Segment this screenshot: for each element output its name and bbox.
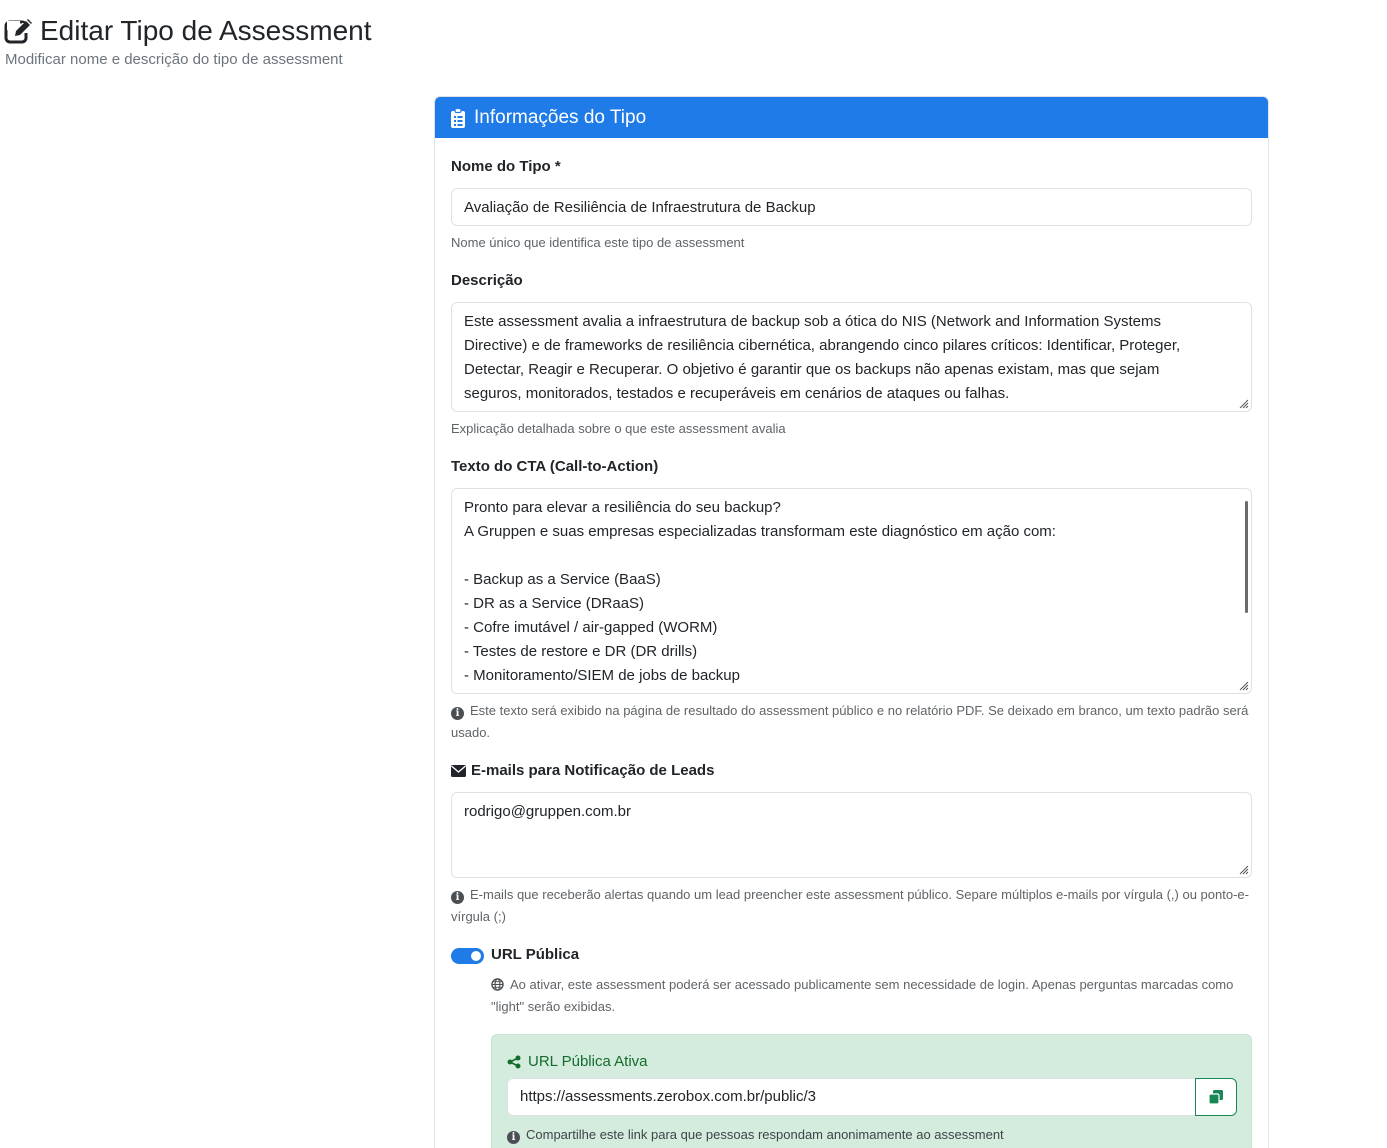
public-url-help: Ao ativar, este assessment poderá ser ac… [491, 974, 1251, 1018]
emails-help: i E-mails que receberão alertas quando um… [451, 884, 1251, 928]
emails-label-text: E-mails para Notificação de Leads [471, 762, 715, 779]
description-textarea[interactable]: Este assessment avalia a infraestrutura … [451, 302, 1252, 412]
page-title: Editar Tipo de Assessment [4, 14, 372, 48]
public-url-input[interactable]: https://assessments.zerobox.com.br/publi… [507, 1078, 1195, 1116]
copy-url-button[interactable] [1195, 1078, 1237, 1116]
cta-label: Texto do CTA (Call-to-Action) [451, 458, 659, 475]
public-url-active-title-text: URL Pública Ativa [528, 1053, 648, 1070]
name-help: Nome único que identifica este tipo de a… [451, 235, 745, 250]
name-input-value: Avaliação de Resiliência de Infraestrutu… [464, 199, 816, 216]
globe-icon [491, 978, 504, 991]
type-info-card: Informações do Tipo Nome do Tipo * Avali… [434, 96, 1269, 1148]
share-help-text: Compartilhe este link para que pessoas r… [526, 1127, 1004, 1142]
copy-icon [1208, 1090, 1223, 1105]
cta-help: i Este texto será exibido na página de re… [451, 700, 1251, 744]
share-help: i Compartilhe este link para que pessoas … [507, 1127, 1004, 1144]
cta-textarea[interactable]: Pronto para elevar a resiliência do seu … [451, 488, 1252, 694]
resize-handle-icon[interactable] [1237, 863, 1249, 875]
envelope-icon [451, 764, 466, 777]
emails-textarea-value: rodrigo@gruppen.com.br [464, 803, 631, 820]
edit-icon [4, 19, 32, 44]
info-icon: i [451, 707, 464, 720]
page-subtitle: Modificar nome e descrição do tipo de as… [5, 51, 343, 68]
cta-scrollbar[interactable] [1245, 501, 1248, 613]
share-icon [507, 1055, 521, 1068]
public-url-active-title: URL Pública Ativa [507, 1053, 648, 1070]
card-header-title: Informações do Tipo [474, 106, 647, 128]
clipboard-icon [451, 107, 465, 128]
info-icon: i [451, 891, 464, 904]
emails-textarea[interactable]: rodrigo@gruppen.com.br [451, 792, 1252, 878]
cta-textarea-value: Pronto para elevar a resiliência do seu … [464, 499, 1056, 684]
public-url-alert: URL Pública Ativa https://assessments.ze… [491, 1034, 1252, 1148]
public-url-help-text: Ao ativar, este assessment poderá ser ac… [491, 977, 1234, 1014]
emails-help-text: E-mails que receberão alertas quando um … [451, 887, 1249, 924]
card-header: Informações do Tipo [435, 97, 1268, 138]
emails-label: E-mails para Notificação de Leads [451, 762, 714, 779]
public-url-toggle[interactable] [451, 948, 484, 964]
cta-help-text: Este texto será exibido na página de res… [451, 703, 1249, 740]
public-url-group: https://assessments.zerobox.com.br/publi… [507, 1078, 1237, 1116]
page-header: Editar Tipo de Assessment Modificar nome… [4, 14, 372, 68]
name-input[interactable]: Avaliação de Resiliência de Infraestrutu… [451, 188, 1252, 226]
public-url-label: URL Pública [491, 946, 580, 963]
description-help: Explicação detalhada sobre o que este as… [451, 421, 786, 436]
info-icon: i [507, 1131, 520, 1144]
name-label: Nome do Tipo * [451, 158, 561, 175]
description-label: Descrição [451, 272, 523, 289]
resize-handle-icon[interactable] [1237, 679, 1249, 691]
description-textarea-value: Este assessment avalia a infraestrutura … [464, 313, 1181, 402]
page-title-text: Editar Tipo de Assessment [40, 15, 372, 46]
resize-handle-icon[interactable] [1237, 397, 1249, 409]
